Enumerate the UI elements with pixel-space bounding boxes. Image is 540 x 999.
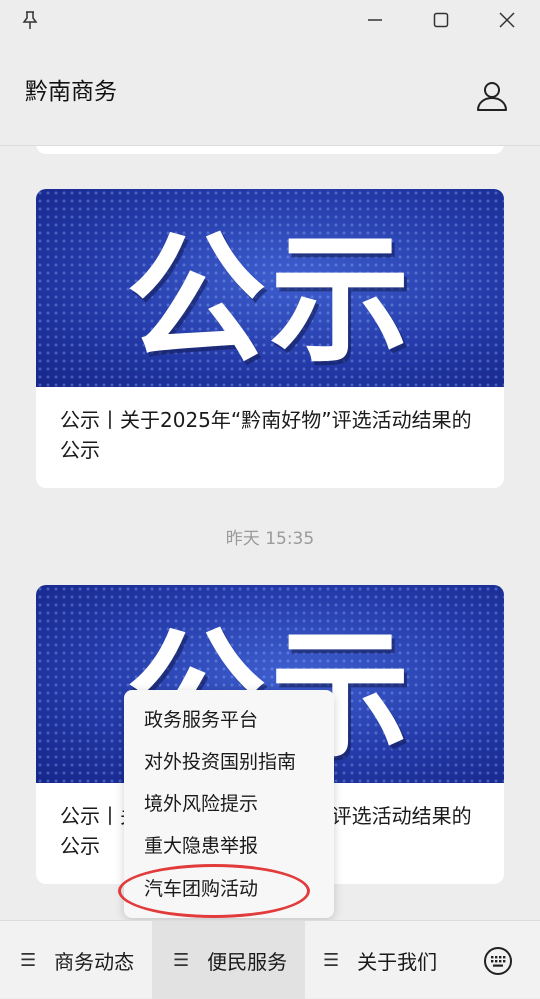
- maximize-icon[interactable]: [423, 4, 459, 36]
- menu-icon: ☰: [173, 949, 190, 971]
- tab-business-news[interactable]: ☰ 商务动态: [20, 921, 152, 999]
- tab-label: 便民服务: [207, 949, 288, 974]
- timestamp: 昨天 15:35: [225, 529, 315, 549]
- window-titlebar: [0, 0, 540, 40]
- menu-item-overseas-risk[interactable]: 境外风险提示: [144, 783, 258, 825]
- highlight-annotation: [118, 864, 310, 918]
- tab-label: 商务动态: [54, 949, 135, 974]
- tab-public-service[interactable]: ☰ 便民服务: [152, 921, 305, 999]
- menu-item-hazard-report[interactable]: 重大隐患举报: [144, 825, 258, 867]
- article-title: 公示丨关于2025年“黔南好物”评选活动结果的公示: [60, 408, 472, 462]
- keyboard-icon[interactable]: [482, 945, 514, 977]
- pin-icon[interactable]: [12, 4, 48, 36]
- profile-button[interactable]: [470, 76, 514, 116]
- bottom-nav: ☰ 商务动态 ☰ 便民服务 ☰ 关于我们: [0, 920, 540, 999]
- article-card[interactable]: 公示 公示丨关于2025年“黔南好物”评选活动结果的公示: [36, 189, 504, 488]
- menu-icon: ☰: [20, 949, 37, 971]
- menu-item-gov-service[interactable]: 政务服务平台: [144, 699, 258, 741]
- minimize-icon[interactable]: [357, 4, 393, 36]
- page-title: 黔南商务: [25, 79, 117, 105]
- banner-text: 公示: [125, 219, 414, 382]
- menu-icon: ☰: [323, 949, 340, 971]
- previous-article-card[interactable]: [36, 146, 504, 154]
- app-header: 黔南商务: [0, 40, 540, 146]
- tab-label: 关于我们: [357, 949, 438, 974]
- tab-about-us[interactable]: ☰ 关于我们: [323, 921, 463, 999]
- menu-item-investment-guide[interactable]: 对外投资国别指南: [144, 741, 296, 783]
- article-banner-image: 公示: [36, 189, 504, 387]
- close-icon[interactable]: [489, 4, 525, 36]
- user-icon: [477, 82, 507, 111]
